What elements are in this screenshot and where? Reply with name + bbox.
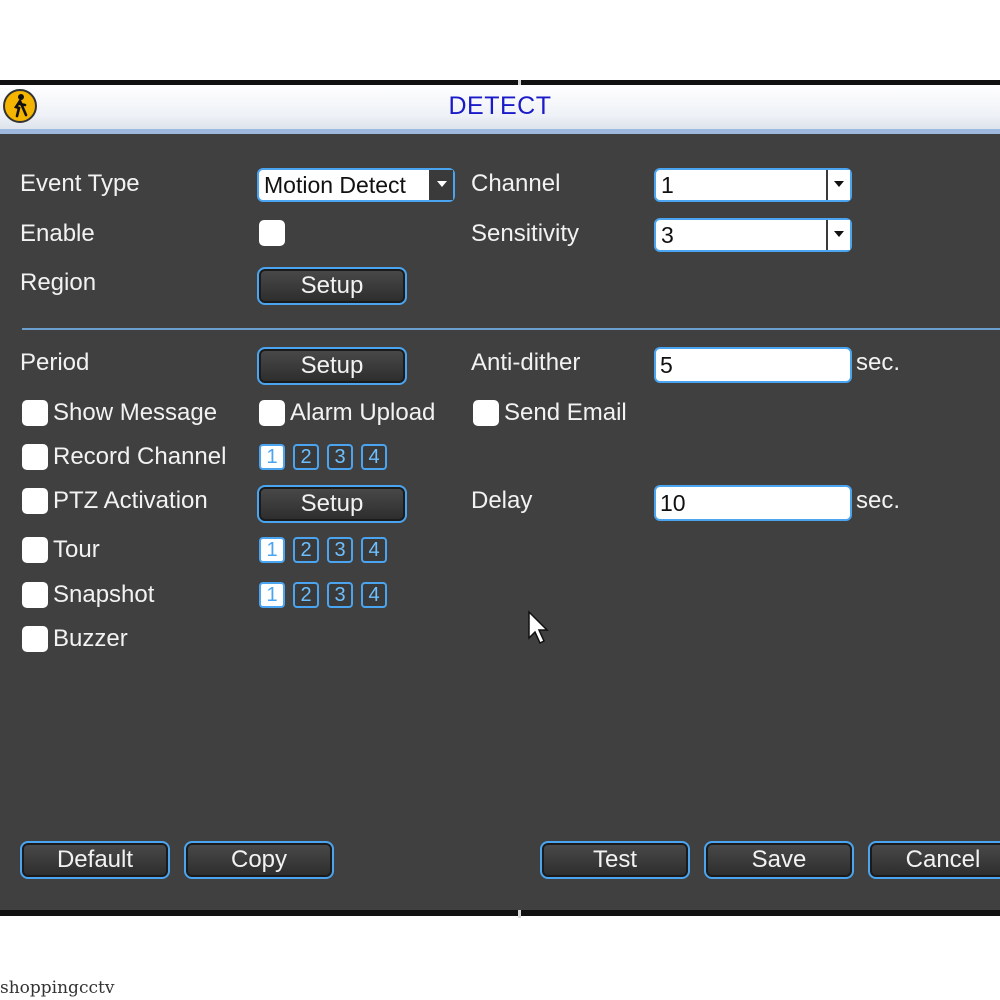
sensitivity-value: 3 [661,222,674,248]
enable-checkbox[interactable] [259,220,285,246]
tour-checkbox[interactable] [22,537,48,563]
test-button[interactable]: Test [540,841,690,879]
bottom-border-notch [518,910,521,918]
chevron-down-icon[interactable] [826,170,850,200]
delay-value: 10 [660,490,686,516]
tour-channel-3[interactable]: 3 [327,537,353,563]
send-email-checkbox[interactable] [473,400,499,426]
anti-dither-unit: sec. [856,349,901,376]
region-label: Region [20,269,97,296]
tour-label: Tour [53,536,100,563]
save-button[interactable]: Save [704,841,854,879]
window-title: DETECT [448,92,552,120]
show-message-label: Show Message [53,399,218,426]
tour-channel-2[interactable]: 2 [293,537,319,563]
anti-dither-label: Anti-dither [471,349,581,376]
snapshot-label: Snapshot [53,581,155,608]
channel-select[interactable]: 1 [654,168,852,202]
record-channel-label: Record Channel [53,443,227,470]
ptz-activation-checkbox[interactable] [22,488,48,514]
anti-dither-input[interactable]: 5 [654,347,852,383]
tour-channel-1[interactable]: 1 [259,537,285,563]
snapshot-channel-1[interactable]: 1 [259,582,285,608]
record-channel-checkbox[interactable] [22,444,48,470]
alarm-upload-checkbox[interactable] [259,400,285,426]
enable-label: Enable [20,220,95,247]
chevron-down-icon[interactable] [826,220,850,250]
event-type-value: Motion Detect [264,172,406,198]
record-channel-2[interactable]: 2 [293,444,319,470]
sensitivity-label: Sensitivity [471,220,580,247]
period-setup-button[interactable]: Setup [257,347,407,385]
watermark-text: shoppingcctv [0,978,115,998]
channel-label: Channel [471,170,561,197]
buzzer-label: Buzzer [53,625,128,652]
section-divider [22,328,1000,330]
snapshot-checkbox[interactable] [22,582,48,608]
snapshot-channel-3[interactable]: 3 [327,582,353,608]
region-setup-button[interactable]: Setup [257,267,407,305]
event-type-select[interactable]: Motion Detect [257,168,455,202]
show-message-checkbox[interactable] [22,400,48,426]
period-label: Period [20,349,90,376]
snapshot-channel-4[interactable]: 4 [361,582,387,608]
sensitivity-select[interactable]: 3 [654,218,852,252]
delay-label: Delay [471,487,533,514]
record-channel-3[interactable]: 3 [327,444,353,470]
tour-channel-4[interactable]: 4 [361,537,387,563]
cancel-button[interactable]: Cancel [868,841,1000,879]
snapshot-channel-2[interactable]: 2 [293,582,319,608]
event-type-label: Event Type [20,170,140,197]
ptz-activation-label: PTZ Activation [53,487,208,514]
delay-input[interactable]: 10 [654,485,852,521]
chevron-down-icon[interactable] [429,170,453,200]
mouse-cursor-icon [528,610,549,645]
delay-unit: sec. [856,487,901,514]
ptz-setup-button[interactable]: Setup [257,485,407,523]
send-email-label: Send Email [504,399,627,426]
buzzer-checkbox[interactable] [22,626,48,652]
alarm-upload-label: Alarm Upload [290,399,436,426]
record-channel-1[interactable]: 1 [259,444,285,470]
anti-dither-value: 5 [660,352,673,378]
copy-button[interactable]: Copy [184,841,334,879]
channel-value: 1 [661,172,674,198]
record-channel-4[interactable]: 4 [361,444,387,470]
default-button[interactable]: Default [20,841,170,879]
window-bottom-border [0,910,1000,916]
